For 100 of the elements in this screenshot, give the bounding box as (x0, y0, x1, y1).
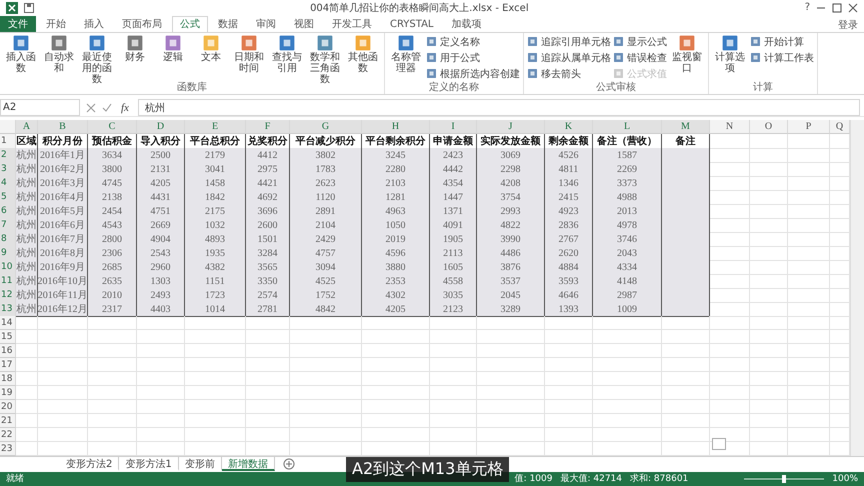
empty-cell (88, 386, 137, 400)
empty-cell (88, 442, 137, 456)
ribbon-tab[interactable]: 视图 (286, 16, 322, 32)
scrollbar[interactable] (850, 120, 864, 456)
table-cell: 2767 (545, 232, 593, 248)
table-cell: 3754 (477, 190, 545, 206)
column-header[interactable]: A (16, 120, 38, 134)
ribbon-tab[interactable]: 插入 (76, 16, 112, 32)
column-header[interactable]: E (185, 120, 246, 134)
help-button[interactable]: ? (804, 2, 810, 14)
ribbon-button[interactable]: 日期和时间 (231, 34, 267, 74)
maximize-icon[interactable] (832, 2, 842, 13)
save-icon[interactable] (24, 2, 34, 13)
ribbon-button[interactable]: 计算工作表 (750, 50, 814, 65)
column-header[interactable]: C (88, 120, 137, 134)
row-header[interactable]: 5 (0, 190, 16, 206)
row-header[interactable]: 9 (0, 246, 16, 262)
ribbon-tab[interactable]: 开始 (38, 16, 74, 32)
ribbon-tab[interactable]: 加载项 (444, 16, 490, 32)
ribbon-button[interactable]: 逻辑 (155, 34, 191, 63)
ribbon-button[interactable]: 财务 (117, 34, 153, 63)
ribbon-tab[interactable]: CRYSTAL (382, 16, 442, 32)
ribbon-button[interactable]: 监视窗口 (669, 34, 705, 74)
sign-in-link[interactable]: 登录 (838, 18, 864, 32)
paste-options-icon[interactable] (712, 438, 726, 450)
row-header[interactable]: 16 (0, 344, 16, 358)
table-cell: 杭州 (16, 148, 38, 164)
column-header[interactable]: Q (830, 120, 850, 134)
ribbon-tab[interactable]: 文件 (0, 16, 36, 32)
ribbon-button[interactable]: 追踪从属单元格 (527, 50, 611, 65)
row-header[interactable]: 2 (0, 148, 16, 164)
column-header[interactable]: K (545, 120, 593, 134)
row-header[interactable]: 14 (0, 316, 16, 330)
ribbon-tab[interactable]: 数据 (210, 16, 246, 32)
zoom-slider[interactable] (744, 474, 824, 484)
ribbon-button[interactable]: 自动求和 (41, 34, 77, 74)
sheet-tab[interactable]: 变形方法2 (60, 457, 120, 472)
row-header[interactable]: 10 (0, 260, 16, 276)
column-header[interactable]: J (477, 120, 545, 134)
ribbon-button[interactable]: 查找与引用 (269, 34, 305, 74)
ribbon-button[interactable]: 计算选项 (712, 34, 748, 74)
row-header[interactable]: 8 (0, 232, 16, 248)
ribbon-button[interactable]: 根据所选内容创建 (426, 66, 520, 81)
formula-field[interactable]: 杭州 (138, 99, 860, 116)
ribbon-button[interactable]: 定义名称 (426, 34, 520, 49)
ribbon-tab[interactable]: 审阅 (248, 16, 284, 32)
ribbon-button[interactable]: 名称管理器 (388, 34, 424, 74)
ribbon-tab[interactable]: 页面布局 (114, 16, 170, 32)
column-header[interactable]: G (290, 120, 362, 134)
row-header[interactable]: 12 (0, 288, 16, 304)
name-box[interactable]: A2 (0, 99, 80, 116)
zoom-level[interactable]: 100% (832, 474, 858, 484)
column-header[interactable]: H (362, 120, 430, 134)
row-header[interactable]: 1 (0, 134, 16, 150)
cancel-icon[interactable] (86, 102, 96, 113)
sheet-tab[interactable]: 新增数据 (222, 457, 275, 472)
row-header[interactable]: 3 (0, 162, 16, 178)
ribbon-button[interactable]: 数学和三角函数 (307, 34, 343, 85)
column-header[interactable]: B (38, 120, 88, 134)
column-header[interactable]: I (430, 120, 477, 134)
row-header[interactable]: 6 (0, 204, 16, 220)
row-header[interactable]: 7 (0, 218, 16, 234)
insert-function-button[interactable]: fx (118, 102, 132, 114)
row-header[interactable]: 19 (0, 386, 16, 400)
row-header[interactable]: 4 (0, 176, 16, 192)
row-header[interactable]: 17 (0, 358, 16, 372)
column-header[interactable]: M (662, 120, 710, 134)
empty-cell (710, 414, 750, 428)
column-header[interactable]: O (750, 120, 788, 134)
ribbon-button[interactable]: 用于公式 (426, 50, 520, 65)
column-header[interactable]: L (593, 120, 662, 134)
row-header[interactable]: 15 (0, 330, 16, 344)
add-sheet-icon[interactable] (282, 458, 295, 470)
ribbon-tab[interactable]: 公式 (172, 16, 208, 32)
row-header[interactable]: 13 (0, 302, 16, 318)
column-header[interactable]: P (788, 120, 830, 134)
empty-cell (246, 414, 290, 428)
ribbon-button[interactable]: 插入函数 (3, 34, 39, 74)
ribbon-button[interactable]: 开始计算 (750, 34, 814, 49)
ribbon-button[interactable]: 移去箭头 (527, 66, 611, 81)
row-header[interactable]: 18 (0, 372, 16, 386)
row-header[interactable]: 11 (0, 274, 16, 290)
row-header[interactable]: 21 (0, 414, 16, 428)
check-icon[interactable] (102, 102, 112, 113)
ribbon-button[interactable]: 最近使用的函数 (79, 34, 115, 85)
ribbon-button[interactable]: 错误检查 (613, 50, 667, 65)
ribbon-tab[interactable]: 开发工具 (324, 16, 380, 32)
close-icon[interactable] (848, 2, 858, 13)
column-header[interactable]: N (710, 120, 750, 134)
ribbon-button[interactable]: 显示公式 (613, 34, 667, 49)
row-header[interactable]: 22 (0, 428, 16, 442)
column-header[interactable]: D (137, 120, 185, 134)
column-header[interactable]: F (246, 120, 290, 134)
row-header[interactable]: 20 (0, 400, 16, 414)
ribbon-button[interactable]: 文本 (193, 34, 229, 63)
sheet-tab[interactable]: 变形方法1 (119, 457, 179, 472)
ribbon-button[interactable]: 其他函数 (345, 34, 381, 74)
empty-cell (137, 386, 185, 400)
ribbon-button[interactable]: 追踪引用单元格 (527, 34, 611, 49)
row-header[interactable]: 23 (0, 442, 16, 456)
